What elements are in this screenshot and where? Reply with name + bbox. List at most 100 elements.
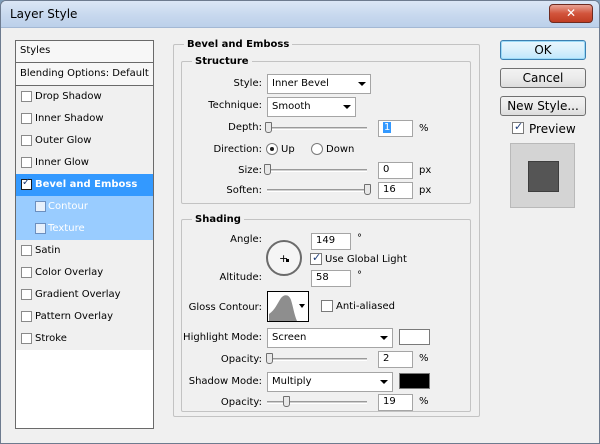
title-bar[interactable]: Layer Style ✕ xyxy=(1,1,599,28)
depth-label: Depth: xyxy=(228,122,262,133)
soften-input[interactable]: 16 xyxy=(378,182,413,199)
style-item-label: Bevel and Emboss xyxy=(35,179,138,190)
shadow-mode-label: Shadow Mode: xyxy=(188,376,262,387)
style-item-inner-glow[interactable]: Inner Glow xyxy=(16,152,153,174)
style-value: Inner Bevel xyxy=(272,78,329,89)
angle-input[interactable]: 149 xyxy=(311,233,351,250)
style-item-gradient-overlay[interactable]: Gradient Overlay xyxy=(16,284,153,306)
depth-slider[interactable] xyxy=(267,127,367,130)
chevron-down-icon xyxy=(380,336,388,340)
cancel-button[interactable]: Cancel xyxy=(500,68,586,88)
shadow-mode-dropdown[interactable]: Multiply xyxy=(267,372,393,392)
altitude-label: Altitude: xyxy=(219,272,262,283)
stroke-checkbox[interactable] xyxy=(21,333,32,344)
anti-aliased-label: Anti-aliased xyxy=(336,301,396,312)
use-global-light-checkbox[interactable] xyxy=(310,251,322,265)
style-item-label: Drop Shadow xyxy=(35,91,102,102)
style-item-satin[interactable]: Satin xyxy=(16,240,153,262)
highlight-color-swatch[interactable] xyxy=(399,329,430,345)
chevron-down-icon xyxy=(358,82,366,86)
satin-checkbox[interactable] xyxy=(21,245,32,256)
altitude-input[interactable]: 58 xyxy=(311,270,351,287)
size-slider[interactable] xyxy=(267,169,367,172)
ok-button[interactable]: OK xyxy=(500,40,586,60)
shadow-color-swatch[interactable] xyxy=(399,373,430,389)
shadow-opacity-input[interactable]: 19 xyxy=(378,394,413,411)
style-item-stroke[interactable]: Stroke xyxy=(16,328,153,350)
altitude-unit: ° xyxy=(357,270,362,281)
gradient-overlay-checkbox[interactable] xyxy=(21,289,32,300)
style-label: Style: xyxy=(233,78,263,89)
highlight-opacity-label: Opacity: xyxy=(220,354,262,365)
shadow-opacity-slider[interactable] xyxy=(267,401,367,404)
style-item-color-overlay[interactable]: Color Overlay xyxy=(16,262,153,284)
style-item-label: Contour xyxy=(48,201,88,212)
depth-slider-handle[interactable] xyxy=(265,122,272,133)
highlight-opacity-handle[interactable] xyxy=(266,353,273,364)
size-label: Size: xyxy=(238,165,262,176)
size-input[interactable]: 0 xyxy=(378,162,413,179)
style-item-label: Satin xyxy=(35,245,61,256)
style-item-contour[interactable]: Contour xyxy=(16,196,153,218)
direction-down-radio[interactable] xyxy=(311,143,323,155)
blending-options-item[interactable]: Blending Options: Default xyxy=(16,63,153,86)
style-item-label: Color Overlay xyxy=(35,267,104,278)
layer-style-dialog: Layer Style ✕ Styles Blending Options: D… xyxy=(0,0,600,444)
anti-aliased-checkbox[interactable] xyxy=(321,300,333,312)
soften-slider-handle[interactable] xyxy=(364,184,371,195)
size-slider-handle[interactable] xyxy=(264,164,271,175)
style-item-label: Stroke xyxy=(35,333,67,344)
direction-up-label: Up xyxy=(281,144,295,155)
angle-dial[interactable]: + xyxy=(266,240,302,276)
contour-checkbox[interactable] xyxy=(35,201,46,212)
inner-glow-checkbox[interactable] xyxy=(21,157,32,168)
highlight-mode-dropdown[interactable]: Screen xyxy=(267,328,393,348)
inner-shadow-checkbox[interactable] xyxy=(21,113,32,124)
style-item-bevel-and-emboss[interactable]: Bevel and Emboss xyxy=(16,174,153,196)
style-item-label: Inner Shadow xyxy=(35,113,104,124)
angle-label: Angle: xyxy=(230,234,262,245)
texture-checkbox[interactable] xyxy=(35,223,46,234)
bevel-emboss-group: Bevel and Emboss Structure Style: Inner … xyxy=(173,39,480,417)
color-overlay-checkbox[interactable] xyxy=(21,267,32,278)
style-item-label: Pattern Overlay xyxy=(35,311,114,322)
shadow-opacity-handle[interactable] xyxy=(283,396,290,407)
drop-shadow-checkbox[interactable] xyxy=(21,91,32,102)
preview-checkbox[interactable] xyxy=(512,120,524,134)
soften-slider[interactable] xyxy=(267,189,367,192)
highlight-opacity-unit: % xyxy=(419,353,429,364)
direction-up-radio[interactable] xyxy=(266,143,278,155)
chevron-down-icon[interactable] xyxy=(299,304,305,308)
use-global-light-label: Use Global Light xyxy=(325,254,407,265)
new-style-button[interactable]: New Style... xyxy=(500,96,586,116)
styles-header[interactable]: Styles xyxy=(16,41,153,63)
shadow-mode-value: Multiply xyxy=(272,376,312,387)
style-item-pattern-overlay[interactable]: Pattern Overlay xyxy=(16,306,153,328)
dialog-title: Layer Style xyxy=(10,7,78,21)
preview-thumbnail xyxy=(528,161,559,192)
technique-label: Technique: xyxy=(208,100,262,111)
gloss-contour-label: Gloss Contour: xyxy=(188,302,262,313)
chevron-down-icon xyxy=(343,105,351,109)
style-item-inner-shadow[interactable]: Inner Shadow xyxy=(16,108,153,130)
soften-unit: px xyxy=(419,185,432,196)
depth-input[interactable]: 1 xyxy=(378,120,413,137)
bevel-and-emboss-checkbox[interactable] xyxy=(21,177,32,190)
styles-list: Styles Blending Options: Default Drop Sh… xyxy=(15,40,154,429)
highlight-opacity-input[interactable]: 2 xyxy=(378,351,413,368)
preview-label: Preview xyxy=(529,122,576,136)
bevel-emboss-title: Bevel and Emboss xyxy=(184,39,293,50)
style-dropdown[interactable]: Inner Bevel xyxy=(267,74,371,94)
shadow-opacity-unit: % xyxy=(419,396,429,407)
gloss-contour-picker[interactable] xyxy=(267,291,309,322)
style-item-drop-shadow[interactable]: Drop Shadow xyxy=(16,86,153,108)
style-preview xyxy=(510,143,575,208)
outer-glow-checkbox[interactable] xyxy=(21,135,32,146)
technique-dropdown[interactable]: Smooth xyxy=(267,97,356,117)
pattern-overlay-checkbox[interactable] xyxy=(21,311,32,322)
highlight-opacity-slider[interactable] xyxy=(267,358,367,361)
close-button[interactable]: ✕ xyxy=(549,4,593,23)
style-item-outer-glow[interactable]: Outer Glow xyxy=(16,130,153,152)
shading-title: Shading xyxy=(192,214,244,225)
style-item-texture[interactable]: Texture xyxy=(16,218,153,240)
